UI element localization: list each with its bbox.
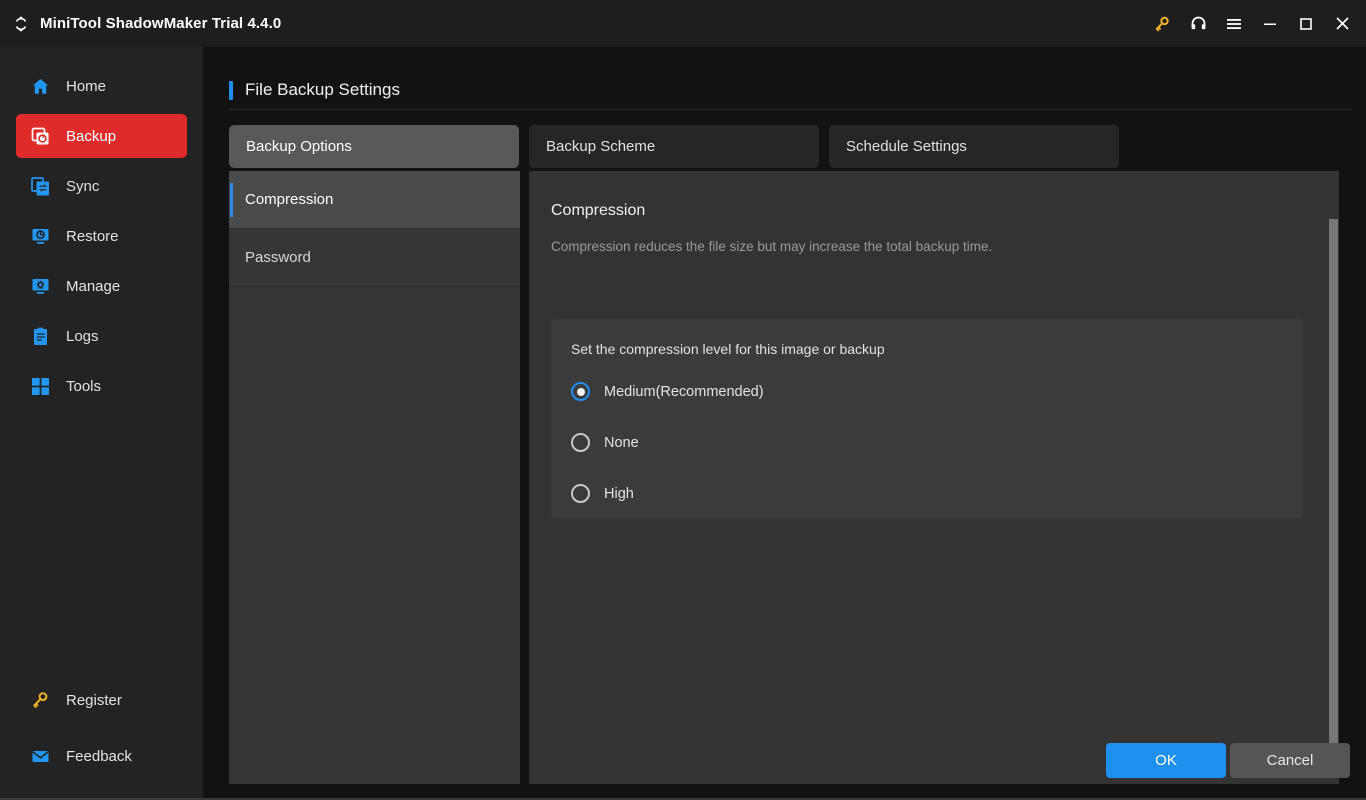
compression-level-group: Set the compression level for this image… xyxy=(551,319,1303,518)
tab-label: Backup Options xyxy=(246,138,352,155)
sidebar-item-label: Logs xyxy=(66,328,99,345)
tools-icon xyxy=(30,376,50,396)
radio-option-high[interactable]: High xyxy=(571,484,634,503)
home-icon xyxy=(30,76,50,96)
detail-scrollbar-track[interactable] xyxy=(1327,171,1339,784)
key-icon xyxy=(30,690,50,710)
sidebar-item-tools[interactable]: Tools xyxy=(16,364,187,408)
radio-label: High xyxy=(604,486,634,502)
cancel-button[interactable]: Cancel xyxy=(1230,743,1350,778)
radio-label: Medium(Recommended) xyxy=(604,384,764,400)
subnav-item-label: Compression xyxy=(245,191,333,208)
envelope-icon xyxy=(30,746,50,766)
radio-button-icon[interactable] xyxy=(571,433,590,452)
sidebar-item-label: Backup xyxy=(66,128,116,145)
detail-panel: Compression Compression reduces the file… xyxy=(529,171,1327,784)
ok-button-label: OK xyxy=(1155,752,1177,769)
key-icon[interactable] xyxy=(1144,0,1180,47)
radio-option-none[interactable]: None xyxy=(571,433,639,452)
menu-icon[interactable] xyxy=(1216,0,1252,47)
minimize-icon[interactable] xyxy=(1252,0,1288,47)
radio-button-icon[interactable] xyxy=(571,484,590,503)
sidebar-item-restore[interactable]: Restore xyxy=(16,214,187,258)
ok-button[interactable]: OK xyxy=(1106,743,1226,778)
header-divider xyxy=(229,109,1352,110)
tab-backup-scheme[interactable]: Backup Scheme xyxy=(529,125,819,168)
main-content: File Backup Settings Backup Options Back… xyxy=(203,47,1366,800)
close-icon[interactable] xyxy=(1324,0,1360,47)
sidebar-item-label: Home xyxy=(66,78,106,95)
title-accent-bar xyxy=(229,81,233,100)
restore-icon xyxy=(30,226,50,246)
sidebar-item-backup[interactable]: Backup xyxy=(16,114,187,158)
tab-label: Backup Scheme xyxy=(546,138,655,155)
radio-label: None xyxy=(604,435,639,451)
sidebar-nav-list: Home Backup xyxy=(0,47,203,408)
sidebar-item-feedback[interactable]: Feedback xyxy=(16,734,187,778)
tab-schedule-settings[interactable]: Schedule Settings xyxy=(829,125,1119,168)
application-window: MiniTool ShadowMaker Trial 4.4.0 xyxy=(0,0,1366,800)
sidebar: Home Backup xyxy=(0,47,203,800)
page-title: File Backup Settings xyxy=(245,80,400,100)
sidebar-item-label: Manage xyxy=(66,278,120,295)
page-header: File Backup Settings xyxy=(229,80,400,100)
detail-title: Compression xyxy=(551,202,645,220)
sidebar-item-logs[interactable]: Logs xyxy=(16,314,187,358)
title-bar: MiniTool ShadowMaker Trial 4.4.0 xyxy=(0,0,1366,47)
sidebar-item-label: Tools xyxy=(66,378,101,395)
detail-description: Compression reduces the file size but ma… xyxy=(551,239,992,254)
sidebar-item-label: Sync xyxy=(66,178,99,195)
app-logo-icon xyxy=(10,13,32,35)
logs-icon xyxy=(30,326,50,346)
headset-icon[interactable] xyxy=(1180,0,1216,47)
sidebar-bottom-list: Register Feedback xyxy=(0,678,203,790)
manage-icon xyxy=(30,276,50,296)
subnav-item-password[interactable]: Password xyxy=(229,229,520,287)
sidebar-item-label: Register xyxy=(66,692,122,709)
sync-icon xyxy=(30,176,50,196)
radio-option-medium[interactable]: Medium(Recommended) xyxy=(571,382,764,401)
dialog-footer: OK Cancel xyxy=(203,739,1366,800)
sidebar-item-label: Restore xyxy=(66,228,119,245)
sidebar-item-home[interactable]: Home xyxy=(16,64,187,108)
backup-icon xyxy=(30,126,50,146)
sidebar-item-register[interactable]: Register xyxy=(16,678,187,722)
sidebar-item-label: Feedback xyxy=(66,748,132,765)
maximize-icon[interactable] xyxy=(1288,0,1324,47)
sidebar-item-manage[interactable]: Manage xyxy=(16,264,187,308)
window-title: MiniTool ShadowMaker Trial 4.4.0 xyxy=(40,15,281,32)
compression-level-label: Set the compression level for this image… xyxy=(571,341,885,357)
settings-subnav: Compression Password xyxy=(229,171,520,784)
detail-scrollbar-thumb[interactable] xyxy=(1329,219,1338,750)
subnav-item-compression[interactable]: Compression xyxy=(229,171,520,229)
tab-backup-options[interactable]: Backup Options xyxy=(229,125,519,168)
subnav-item-label: Password xyxy=(245,249,311,266)
sidebar-item-sync[interactable]: Sync xyxy=(16,164,187,208)
tab-bar: Backup Options Backup Scheme Schedule Se… xyxy=(229,125,1119,168)
cancel-button-label: Cancel xyxy=(1267,752,1314,769)
radio-button-icon[interactable] xyxy=(571,382,590,401)
tab-label: Schedule Settings xyxy=(846,138,967,155)
